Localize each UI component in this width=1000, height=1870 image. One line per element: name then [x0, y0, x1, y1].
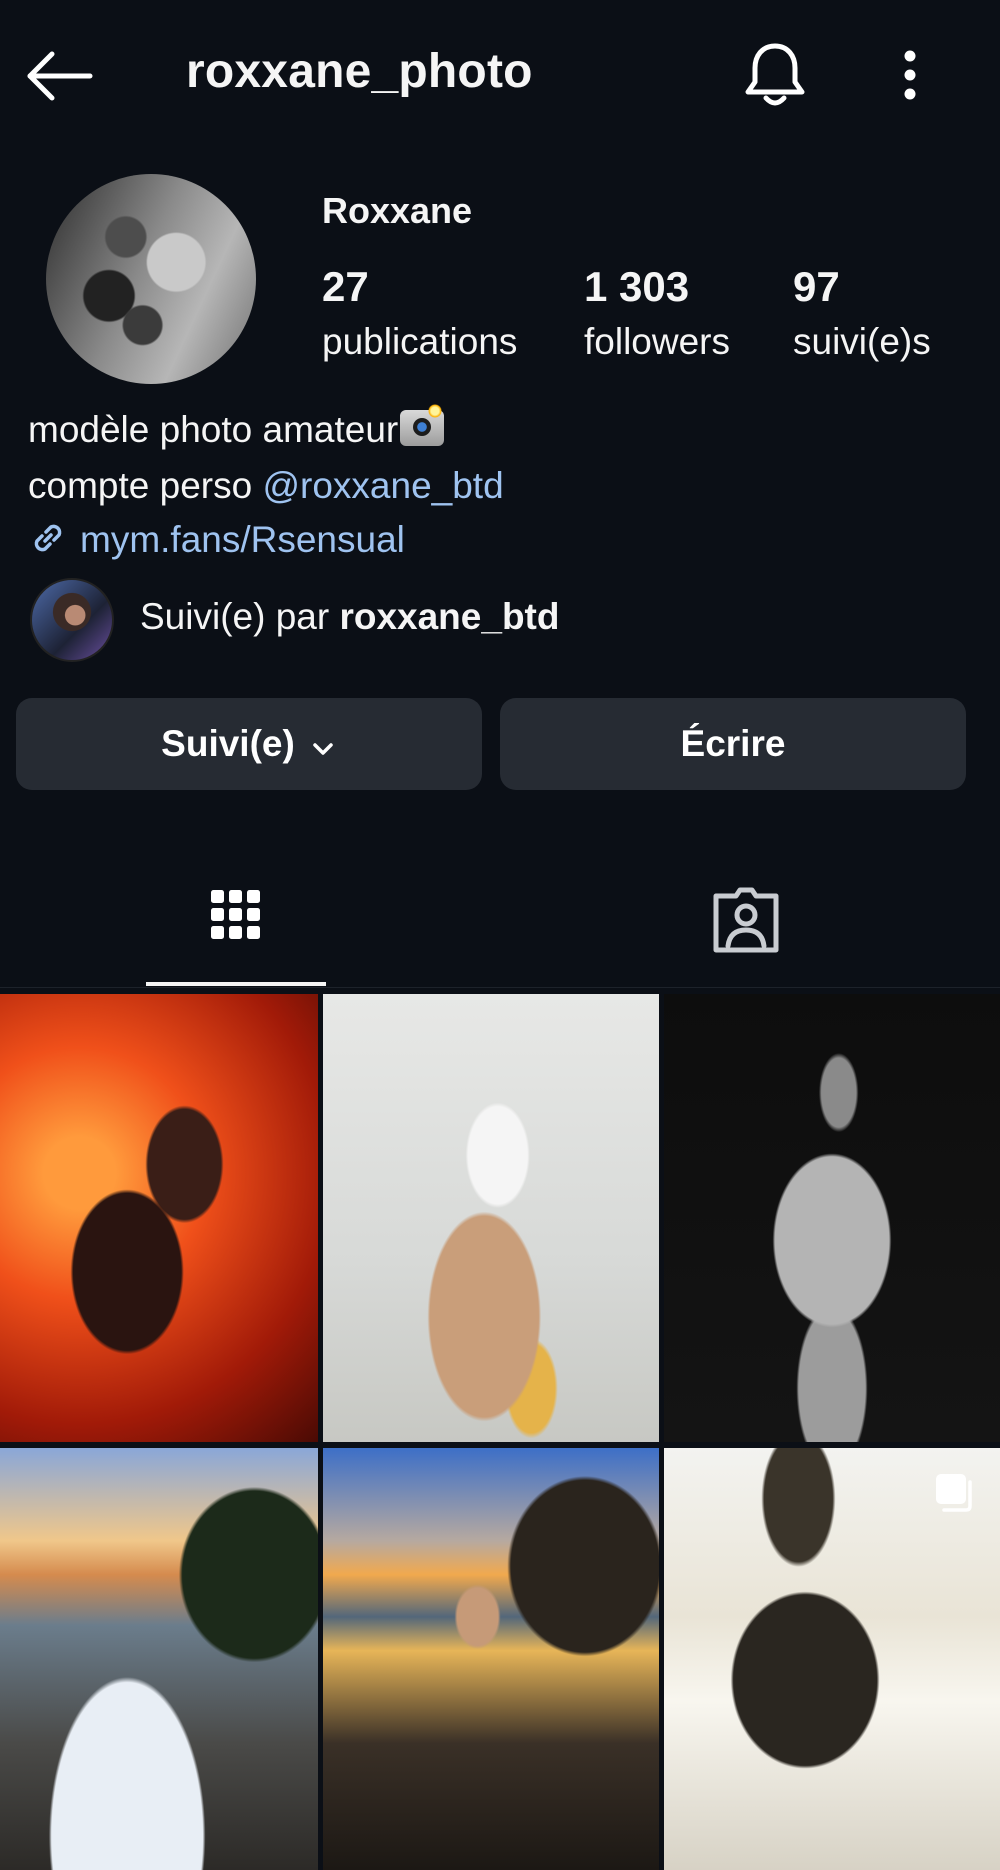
profile-username-title: roxxane_photo	[186, 45, 533, 98]
carousel-multiple-icon	[932, 1470, 976, 1514]
tab-tagged[interactable]	[706, 880, 786, 960]
followed-by-prefix: Suivi(e) par	[140, 596, 340, 637]
display-name: Roxxane	[322, 190, 473, 231]
message-button-label: Écrire	[680, 723, 786, 764]
bio-line-1: modèle photo amateur	[28, 404, 445, 454]
top-bar: roxxane_photo	[0, 0, 1000, 150]
bio-mention-link[interactable]: @roxxane_btd	[262, 465, 503, 506]
post-thumbnail[interactable]	[664, 1448, 1000, 1870]
posts-count-stat: 27 publications	[322, 262, 517, 372]
followed-by-text[interactable]: Suivi(e) par roxxane_btd	[140, 596, 559, 638]
following-stat[interactable]: 97 suivi(e)s	[793, 262, 931, 372]
tab-divider	[0, 987, 1000, 988]
post-thumbnail[interactable]	[0, 1448, 318, 1870]
more-options-icon[interactable]	[880, 44, 940, 106]
camera-flash-icon	[400, 404, 445, 446]
mutual-follower-avatar[interactable]	[30, 578, 114, 662]
profile-avatar[interactable]	[46, 174, 256, 384]
link-icon	[28, 518, 68, 558]
following-count: 97	[793, 263, 840, 310]
chevron-down-icon	[309, 730, 337, 758]
post-thumbnail[interactable]	[323, 1448, 659, 1870]
followers-label: followers	[584, 321, 730, 362]
tab-posts-grid[interactable]	[196, 880, 276, 960]
message-button[interactable]: Écrire	[500, 698, 966, 790]
notification-bell-icon[interactable]	[740, 38, 810, 110]
bio-line-2: compte perso @roxxane_btd	[28, 462, 504, 510]
posts-count: 27	[322, 263, 369, 310]
post-thumbnail[interactable]	[323, 994, 659, 1442]
bio-text: modèle photo amateur	[28, 409, 399, 450]
external-link-text: mym.fans/Rsensual	[80, 519, 405, 560]
post-thumbnail[interactable]	[0, 994, 318, 1442]
grid-icon	[211, 890, 260, 939]
bio-external-link[interactable]: mym.fans/Rsensual	[28, 516, 405, 564]
following-button[interactable]: Suivi(e)	[16, 698, 482, 790]
followers-stat[interactable]: 1 303 followers	[584, 262, 730, 372]
bio-prefix: compte perso	[28, 465, 263, 506]
post-thumbnail[interactable]	[664, 994, 1000, 1442]
tagged-person-icon	[713, 887, 779, 953]
profile-page: roxxane_photo Roxxane 27 publications 1 …	[0, 0, 1000, 1870]
back-arrow-icon[interactable]	[24, 46, 96, 106]
active-tab-indicator	[146, 982, 326, 986]
followers-count: 1 303	[584, 263, 690, 310]
following-button-label: Suivi(e)	[161, 723, 295, 764]
followed-by-username: roxxane_btd	[339, 596, 560, 637]
following-label: suivi(e)s	[793, 321, 931, 362]
posts-label: publications	[322, 321, 518, 362]
